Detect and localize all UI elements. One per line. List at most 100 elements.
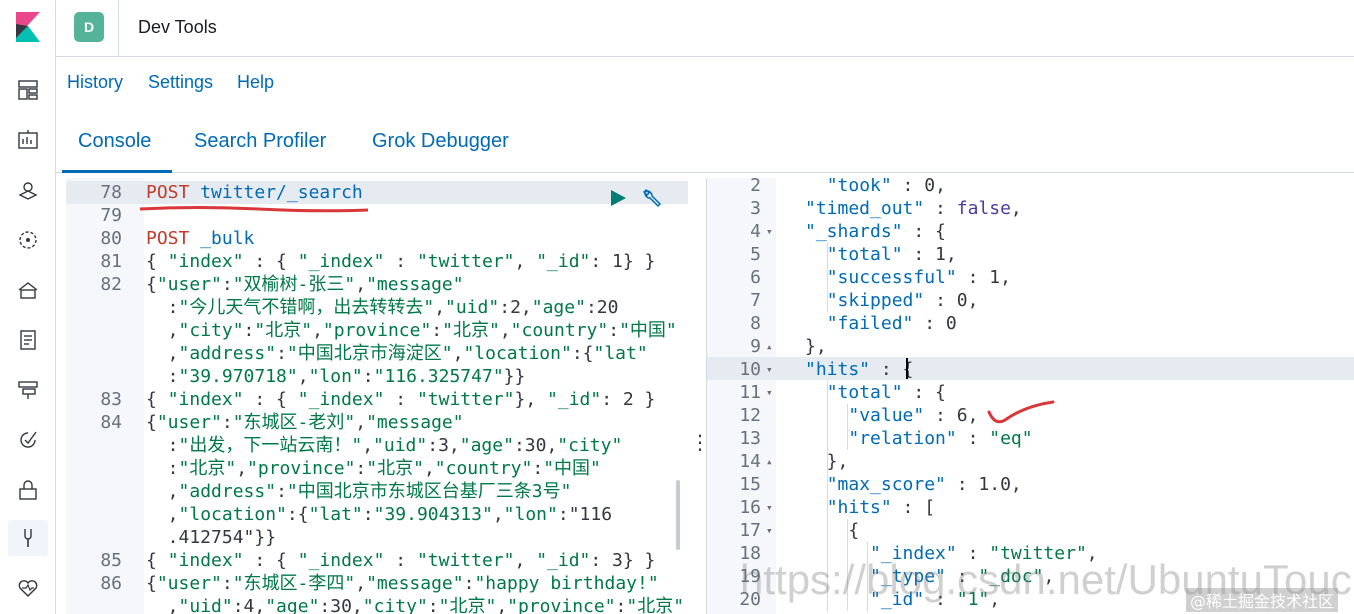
output-line-number: 10 — [739, 359, 761, 380]
code-text: :"39.970718","lon":"116.325747"}} — [146, 366, 526, 387]
json-text: "hits" : { — [805, 359, 914, 380]
output-line: 8 "failed" : 0 — [707, 312, 1354, 335]
line-number: 80 — [100, 228, 122, 249]
fold-collapse-icon[interactable]: ▾ — [766, 381, 773, 404]
logs-icon[interactable] — [16, 328, 40, 352]
code-text: .412754"}} — [146, 527, 277, 548]
canvas-icon[interactable] — [16, 128, 40, 152]
code-text: ,"address":"中国北京市东城区台基厂三条3号" — [146, 481, 572, 502]
editor-line: 84 {"user":"东城区-老刘","message" — [66, 411, 688, 434]
output-line-number: 8 — [750, 313, 761, 334]
output-line-number: 15 — [739, 474, 761, 495]
code-text: :"出发，下一站云南！","uid":3,"age":30,"city" — [146, 435, 623, 456]
output-line: 2 "took" : 0, — [707, 178, 1354, 197]
wrench-icon[interactable] — [640, 186, 664, 210]
fold-collapse-icon[interactable]: ▾ — [766, 496, 773, 519]
fold-collapse-icon[interactable]: ▾ — [766, 220, 773, 243]
side-nav — [0, 0, 56, 614]
output-line-number: 12 — [739, 405, 761, 426]
output-line-number: 14 — [739, 451, 761, 472]
editor-line: ,"address":"中国北京市海淀区","location":{"lat" — [66, 342, 688, 365]
help-link[interactable]: Help — [237, 72, 274, 93]
editor-line: 85 { "index" : { "_index" : "twitter", "_… — [66, 549, 688, 572]
space-avatar[interactable]: D — [74, 12, 104, 42]
editor-line: ,"uid":4,"age":30,"city":"北京","province"… — [66, 595, 688, 614]
tab-bar: Console Search Profiler Grok Debugger — [56, 115, 1354, 173]
editor-line: 81 { "index" : { "_index" : "twitter", "_… — [66, 250, 688, 273]
output-line-number: 9 — [750, 336, 761, 357]
dev-tools-icon[interactable] — [16, 526, 40, 550]
editor-line: :"39.970718","lon":"116.325747"}} — [66, 365, 688, 388]
apm-icon[interactable] — [16, 378, 40, 402]
fold-expand-icon[interactable]: ▴ — [766, 450, 773, 473]
editor-line: :"北京","province":"北京","country":"中国" — [66, 457, 688, 480]
editor-scrollbar[interactable] — [676, 480, 680, 550]
output-line: 3 "timed_out" : false, — [707, 197, 1354, 220]
line-number: 81 — [100, 251, 122, 272]
editor-line: 78 POST twitter/_search — [66, 181, 688, 204]
editor-line: ,"location":{"lat":"39.904313","lon":"11… — [66, 503, 688, 526]
editor-line: :"出发，下一站云南！","uid":3,"age":30,"city" — [66, 434, 688, 457]
editor-line: 82 {"user":"双榆树-张三","message" — [66, 273, 688, 296]
response-output[interactable]: 2 "took" : 0, 3 "timed_out" : false, 4 ▾ "_sh… — [706, 178, 1354, 614]
fold-collapse-icon[interactable]: ▾ — [766, 358, 773, 381]
json-text: "timed_out" : false, — [805, 198, 1022, 219]
output-line: 9 ▴}, — [707, 335, 1354, 358]
app-title: Dev Tools — [138, 17, 217, 37]
output-line: 14 ▴ }, — [707, 450, 1354, 473]
code-text: {"user":"双榆树-张三","message" — [146, 274, 464, 295]
tab-grok-debugger[interactable]: Grok Debugger — [372, 130, 509, 153]
uptime-icon[interactable] — [16, 428, 40, 452]
fold-expand-icon[interactable]: ▴ — [766, 335, 773, 358]
top-menu: History Settings Help — [56, 58, 1354, 108]
output-line-number: 17 — [739, 520, 761, 541]
json-text: "took" : 0, — [826, 178, 946, 196]
line-number: 78 — [100, 182, 122, 203]
output-line-number: 7 — [750, 290, 761, 311]
code-text: {"user":"东城区-老刘","message" — [146, 412, 464, 433]
code-text: { "index" : { "_index" : "twitter"}, "_i… — [146, 389, 656, 410]
monitoring-icon[interactable] — [16, 576, 40, 600]
code-text: {"user":"东城区-李四","message":"happy birthd… — [146, 573, 659, 594]
request-editor[interactable]: 78 POST twitter/_search 79 80 POST _bulk 81 { … — [66, 178, 688, 614]
header-divider — [118, 0, 119, 57]
line-number: 82 — [100, 274, 122, 295]
line-number: 86 — [100, 573, 122, 594]
history-link[interactable]: History — [67, 72, 123, 93]
tab-console[interactable]: Console — [78, 130, 151, 153]
output-line: 6 "successful" : 1, — [707, 266, 1354, 289]
infrastructure-icon[interactable] — [16, 278, 40, 302]
output-line-number: 13 — [739, 428, 761, 449]
output-line: 16 ▾ "hits" : [ — [707, 496, 1354, 519]
json-text: "hits" : [ — [826, 497, 936, 518]
kibana-logo[interactable] — [14, 10, 42, 44]
red-check-annotation — [987, 400, 1055, 424]
output-line-number: 3 — [750, 198, 761, 219]
json-text: { — [805, 520, 860, 541]
json-text: "successful" : 1, — [826, 267, 1011, 288]
siem-icon[interactable] — [16, 478, 40, 502]
settings-link[interactable]: Settings — [148, 72, 213, 93]
editor-line: :"今儿天气不错啊，出去转转去","uid":2,"age":20 — [66, 296, 688, 319]
output-line-number: 4 — [750, 221, 761, 242]
output-line-number: 2 — [750, 178, 761, 196]
output-line: 15 "max_score" : 1.0, — [707, 473, 1354, 496]
tab-search-profiler[interactable]: Search Profiler — [194, 130, 326, 153]
dashboard-icon[interactable] — [16, 78, 40, 102]
fold-collapse-icon[interactable]: ▾ — [766, 519, 773, 542]
line-number: 84 — [100, 412, 122, 433]
code-text: { "index" : { "_index" : "twitter", "_id… — [146, 550, 656, 571]
maps-icon[interactable] — [16, 178, 40, 202]
run-request-icon[interactable] — [608, 188, 628, 208]
ml-icon[interactable] — [16, 228, 40, 252]
output-line-number: 16 — [739, 497, 761, 518]
text-cursor — [906, 358, 908, 379]
red-annotation-underline — [139, 206, 369, 213]
code-text: ,"uid":4,"age":30,"city":"北京","province"… — [146, 596, 685, 614]
output-line: 5 "total" : 1, — [707, 243, 1354, 266]
output-line: 13 "relation" : "eq" — [707, 427, 1354, 450]
code-text: POST twitter/_search — [146, 182, 363, 203]
output-line: 4 ▾ "_shards" : { — [707, 220, 1354, 243]
code-text: { "index" : { "_index" : "twitter", "_id… — [146, 251, 656, 272]
editor-line: ,"city":"北京","province":"北京","country":"… — [66, 319, 688, 342]
